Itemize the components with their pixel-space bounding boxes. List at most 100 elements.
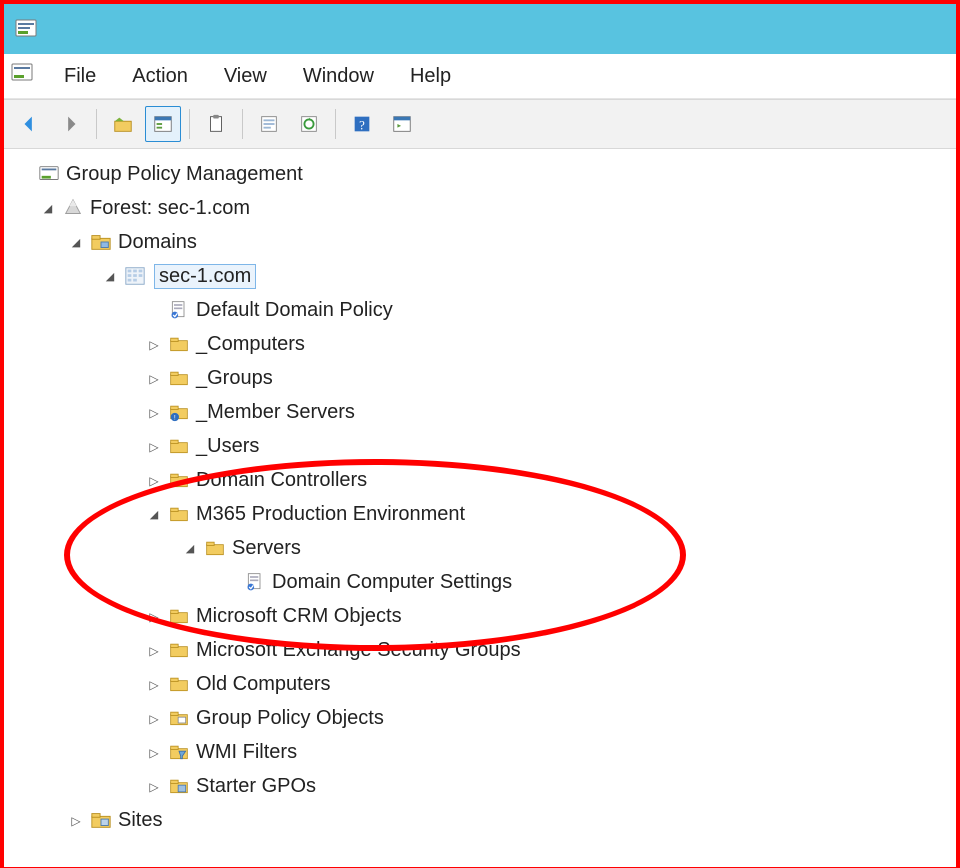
expander-icon[interactable]: [146, 676, 162, 692]
tree-node-label: M365 Production Environment: [196, 503, 465, 526]
expander-icon[interactable]: [146, 608, 162, 624]
toolbar-show-hide-tree-button[interactable]: [145, 106, 181, 142]
tree-node-label: Starter GPOs: [196, 775, 316, 798]
menu-app-icon: [10, 61, 36, 91]
tree-node-ou-groups[interactable]: _Groups: [12, 361, 956, 395]
tree-node-starter-gpos[interactable]: Starter GPOs: [12, 769, 956, 803]
starter-gpos-icon: [168, 775, 190, 797]
tree-node-label: _Member Servers: [196, 401, 355, 424]
wmi-filters-icon: [168, 741, 190, 763]
menu-action[interactable]: Action: [114, 61, 206, 92]
gpo-link-icon: [244, 571, 266, 593]
toolbar-clipboard-button[interactable]: [198, 106, 234, 142]
gpm-root-icon: [38, 163, 60, 185]
ou-folder-icon: [168, 639, 190, 661]
expander-icon[interactable]: [146, 472, 162, 488]
tree-node-sites[interactable]: Sites: [12, 803, 956, 837]
tree-node-label: Group Policy Management: [66, 163, 303, 186]
ou-folder-icon: [168, 367, 190, 389]
tree-node-ou-old-computers[interactable]: Old Computers: [12, 667, 956, 701]
toolbar-console-button[interactable]: [384, 106, 420, 142]
tree-node-default-domain-policy[interactable]: Default Domain Policy: [12, 293, 956, 327]
ou-folder-badge-icon: !: [168, 401, 190, 423]
tree-node-label: Domain Computer Settings: [272, 571, 512, 594]
tree-node-gpo-container[interactable]: Group Policy Objects: [12, 701, 956, 735]
tree-node-ou-crm-objects[interactable]: Microsoft CRM Objects: [12, 599, 956, 633]
tree-node-gpo-domain-computer-settings[interactable]: Domain Computer Settings: [12, 565, 956, 599]
ou-folder-icon: [168, 673, 190, 695]
toolbar-help-button[interactable]: ?: [344, 106, 380, 142]
svg-text:?: ?: [359, 119, 365, 133]
tree-node-forest[interactable]: Forest: sec-1.com: [12, 191, 956, 225]
expander-icon[interactable]: [146, 438, 162, 454]
app-icon: [14, 17, 38, 41]
toolbar-separator: [242, 109, 243, 139]
tree-node-label: _Computers: [196, 333, 305, 356]
expander-icon[interactable]: [68, 812, 84, 828]
ou-folder-icon: [168, 469, 190, 491]
domains-icon: [90, 231, 112, 253]
toolbar-forward-button[interactable]: [52, 106, 88, 142]
menu-file[interactable]: File: [46, 61, 114, 92]
expander-icon[interactable]: [40, 200, 56, 216]
menu-window[interactable]: Window: [285, 61, 392, 92]
menu-view[interactable]: View: [206, 61, 285, 92]
tree-view[interactable]: Group Policy Management Forest: sec-1.co…: [4, 149, 956, 867]
toolbar-refresh-button[interactable]: [291, 106, 327, 142]
toolbar-back-button[interactable]: [12, 106, 48, 142]
tree-node-label: Domain Controllers: [196, 469, 367, 492]
tree-node-domain-sec1[interactable]: sec-1.com: [12, 259, 956, 293]
expander-icon[interactable]: [68, 234, 84, 250]
expander-icon[interactable]: [146, 506, 162, 522]
ou-folder-icon: [168, 333, 190, 355]
ou-folder-icon: [168, 435, 190, 457]
expander-icon[interactable]: [182, 540, 198, 556]
tree-node-label: WMI Filters: [196, 741, 297, 764]
tree-node-label: sec-1.com: [154, 264, 256, 289]
toolbar-properties-button[interactable]: [251, 106, 287, 142]
tree-node-ou-member-servers[interactable]: ! _Member Servers: [12, 395, 956, 429]
tree-node-ou-m365-prod[interactable]: M365 Production Environment: [12, 497, 956, 531]
tree-node-label: Group Policy Objects: [196, 707, 384, 730]
gpo-container-icon: [168, 707, 190, 729]
toolbar-up-button[interactable]: [105, 106, 141, 142]
tree-node-label: Servers: [232, 537, 301, 560]
titlebar: [4, 4, 956, 54]
tree-node-ou-users[interactable]: _Users: [12, 429, 956, 463]
tree-node-wmi-filters[interactable]: WMI Filters: [12, 735, 956, 769]
tree-node-label: Old Computers: [196, 673, 331, 696]
tree-node-domains[interactable]: Domains: [12, 225, 956, 259]
expander-icon[interactable]: [146, 710, 162, 726]
tree-node-ou-servers[interactable]: Servers: [12, 531, 956, 565]
ou-folder-icon: [204, 537, 226, 559]
tree-node-label: Domains: [118, 231, 197, 254]
gpo-link-icon: [168, 299, 190, 321]
tree-node-ou-exchange-groups[interactable]: Microsoft Exchange Security Groups: [12, 633, 956, 667]
ou-folder-icon: [168, 605, 190, 627]
toolbar-separator: [96, 109, 97, 139]
tree-node-label: Forest: sec-1.com: [90, 197, 250, 220]
menu-help[interactable]: Help: [392, 61, 469, 92]
tree-node-label: Sites: [118, 809, 162, 832]
tree-node-ou-computers[interactable]: _Computers: [12, 327, 956, 361]
ou-folder-icon: [168, 503, 190, 525]
tree-node-label: Default Domain Policy: [196, 299, 393, 322]
expander-icon[interactable]: [146, 778, 162, 794]
forest-icon: [62, 197, 84, 219]
tree-node-ou-domain-controllers[interactable]: Domain Controllers: [12, 463, 956, 497]
expander-icon[interactable]: [146, 370, 162, 386]
expander-icon[interactable]: [146, 642, 162, 658]
expander-icon[interactable]: [146, 744, 162, 760]
sites-icon: [90, 809, 112, 831]
toolbar: ?: [4, 99, 956, 149]
tree-node-gpm-root[interactable]: Group Policy Management: [12, 157, 956, 191]
toolbar-separator: [335, 109, 336, 139]
toolbar-separator: [189, 109, 190, 139]
expander-icon[interactable]: [146, 336, 162, 352]
tree-node-label: Microsoft CRM Objects: [196, 605, 402, 628]
tree-node-label: Microsoft Exchange Security Groups: [196, 639, 521, 662]
expander-icon[interactable]: [146, 404, 162, 420]
tree-node-label: _Groups: [196, 367, 273, 390]
tree-node-label: _Users: [196, 435, 259, 458]
expander-icon[interactable]: [102, 268, 118, 284]
